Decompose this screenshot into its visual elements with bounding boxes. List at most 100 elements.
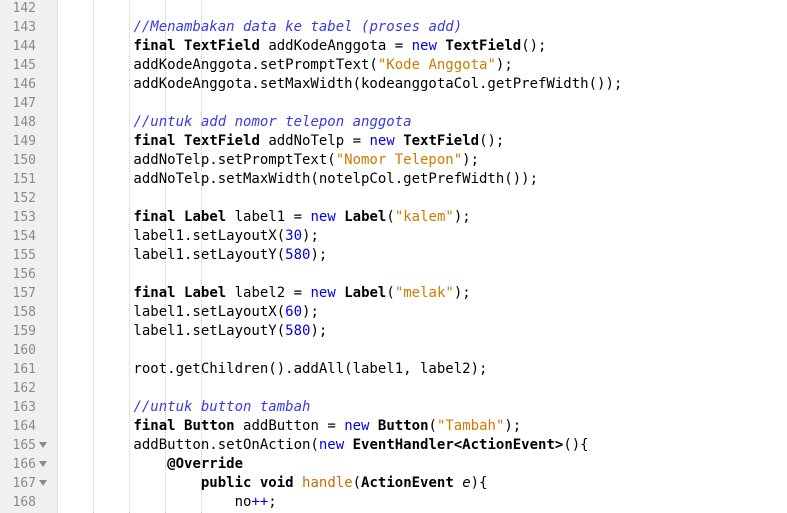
token-num: 580 [285,323,311,339]
code-line[interactable]: 157 final Label label2 = new Label("mela… [0,284,787,303]
code-line[interactable]: 153 final Label label1 = new Label("kale… [0,208,787,227]
token: (){ [563,437,589,453]
token-ann: @Override [167,456,244,472]
code-line[interactable]: 154 label1.setLayoutX(30); [0,227,787,246]
token: ( [428,418,437,434]
token-kwb: Label [184,285,227,301]
token-num: 30 [285,228,303,244]
code-line[interactable]: 147 [0,94,787,113]
code-text: final TextField addKodeAnggota = new Tex… [66,37,546,56]
code-text: final Label label1 = new Label("kalem"); [66,208,471,227]
line-number: 151 [12,172,36,187]
code-text: final TextField addNoTelp = new TextFiel… [66,132,504,151]
line-number: 145 [12,58,36,73]
line-number: 148 [12,115,36,130]
code-line[interactable]: 151 addNoTelp.setMaxWidth(notelpCol.getP… [0,170,787,189]
token-cmt: //untuk button tambah [133,399,311,415]
code-text: addButton.setOnAction(new EventHandler<A… [66,436,589,455]
code-line[interactable]: 146 addKodeAnggota.setMaxWidth(kodeanggo… [0,75,787,94]
token-kwb: TextField [184,133,260,149]
token: ( [386,285,395,301]
token: addButton = [234,418,345,434]
code-line[interactable]: 160 [0,341,787,360]
line-number: 163 [12,400,36,415]
code-line[interactable]: 166 @Override [0,455,787,474]
token: ); [453,209,471,225]
code-line[interactable]: 155 label1.setLayoutY(580); [0,246,787,265]
token: label2 = [226,285,311,301]
fold-arrow-icon[interactable] [39,461,47,467]
token: root.getChildren().addAll(label1, label2… [66,361,488,377]
code-line[interactable]: 143 //Menambakan data ke tabel (proses a… [0,18,787,37]
line-number: 165 [12,438,36,453]
code-line[interactable]: 159 label1.setLayoutY(580); [0,322,787,341]
token-str: "kalem" [394,209,454,225]
token-kwb: ActionEvent [361,475,454,491]
code-line[interactable]: 161 root.getChildren().addAll(label1, la… [0,360,787,379]
code-text: final Button addButton = new Button("Tam… [66,417,521,436]
token: label1.setLayoutY( [66,323,286,339]
line-number: 147 [12,96,36,111]
code-line[interactable]: 149 final TextField addNoTelp = new Text… [0,132,787,151]
token-kwb: void [259,475,294,491]
code-line[interactable]: 158 label1.setLayoutX(60); [0,303,787,322]
token: addKodeAnggota.setPromptText( [66,57,378,73]
line-number: 149 [12,134,36,149]
code-line[interactable]: 148 //untuk add nomor telepon anggota [0,113,787,132]
token: label1 = [226,209,311,225]
code-text: final Label label2 = new Label("melak"); [66,284,470,303]
token-kw: new [411,38,437,54]
line-number: 160 [12,343,36,358]
token: ( [352,475,362,491]
code-text: no++; [66,493,277,512]
code-line[interactable]: 156 [0,265,787,284]
code-line[interactable]: 163 //untuk button tambah [0,398,787,417]
token: ; [268,494,277,510]
code-text: label1.setLayoutX(30); [66,227,318,246]
line-number: 155 [12,248,36,263]
line-number: 164 [12,419,36,434]
code-line[interactable]: 167 public void handle(ActionEvent e){ [0,474,787,493]
code-text: addNoTelp.setPromptText("Nomor Telepon")… [66,151,479,170]
fold-arrow-icon[interactable] [39,480,47,486]
token-kw: new [310,209,336,225]
code-text: //Menambakan data ke tabel (proses add) [66,18,462,37]
token-kwb: Label [344,209,387,225]
token: addKodeAnggota.setMaxWidth(kodeanggotaCo… [66,76,623,92]
code-line[interactable]: 142 [0,0,787,18]
code-line[interactable]: 150 addNoTelp.setPromptText("Nomor Telep… [0,151,787,170]
code-line[interactable]: 152 [0,189,787,208]
token: addNoTelp = [259,133,370,149]
code-line[interactable]: 165 addButton.setOnAction(new EventHandl… [0,436,787,455]
fold-arrow-icon[interactable] [39,442,47,448]
code-line[interactable]: 162 [0,379,787,398]
code-text: label1.setLayoutX(60); [66,303,318,322]
token: addButton.setOnAction( [66,437,319,453]
token: ); [462,152,480,168]
token: ( [386,209,395,225]
token-param: e [462,475,471,491]
token-kw: new [318,437,345,453]
code-editor[interactable]: 142 143 //Menambakan data ke tabel (prose… [0,0,787,513]
code-text: public void handle(ActionEvent e){ [66,474,488,493]
code-line[interactable]: 145 addKodeAnggota.setPromptText("Kode A… [0,56,787,75]
line-number: 144 [12,39,36,54]
token-meth: handle [302,475,353,491]
token-kwb: Button [184,418,235,434]
line-number: 158 [12,305,36,320]
code-line[interactable]: 144 final TextField addKodeAnggota = new… [0,37,787,56]
line-number: 150 [12,153,36,168]
token-kwb: Label [184,209,227,225]
code-line[interactable]: 164 final Button addButton = new Button(… [0,417,787,436]
token: label1.setLayoutX( [66,304,286,320]
token-kwb: Button [377,418,429,434]
token-kwb: final [133,418,176,434]
code-text: //untuk button tambah [66,398,310,417]
code-line[interactable]: 168 no++; [0,493,787,512]
token: label1.setLayoutX( [66,228,286,244]
